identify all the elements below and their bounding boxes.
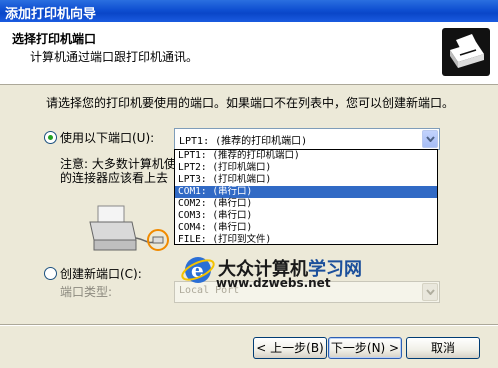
window-title: 添加打印机向导	[5, 7, 97, 22]
port-option[interactable]: LPT1: (推荐的打印机端口)	[175, 150, 437, 162]
watermark-logo-icon: e	[180, 252, 216, 291]
cancel-button[interactable]: 取消	[406, 337, 480, 359]
port-option[interactable]: LPT3: (打印机端口)	[175, 174, 437, 186]
intro-text: 请选择您的打印机要使用的端口。如果端口不在列表中，您可以创建新端口。	[46, 96, 455, 110]
port-option[interactable]: COM2: (串行口)	[175, 198, 437, 210]
port-option[interactable]: LPT2: (打印机端口)	[175, 162, 437, 174]
note-line: 注意: 大多数计算机使	[60, 157, 176, 171]
use-port-radio[interactable]	[44, 131, 57, 144]
port-option[interactable]: COM4: (串行口)	[175, 222, 437, 234]
port-option[interactable]: COM3: (串行口)	[175, 210, 437, 222]
use-port-label[interactable]: 使用以下端口(U):	[60, 129, 154, 146]
port-dropdown-list[interactable]: LPT1: (推荐的打印机端口) LPT2: (打印机端口) LPT3: (打印…	[174, 149, 438, 245]
next-button[interactable]: 下一步(N) >	[328, 337, 402, 359]
printer-icon	[442, 28, 490, 76]
back-button[interactable]: < 上一步(B)	[253, 337, 327, 359]
port-type-label: 端口类型:	[60, 285, 113, 299]
watermark-url: www.dzwebs.net	[216, 276, 331, 290]
page-subtitle: 计算机通过端口跟打印机通讯。	[30, 50, 199, 64]
footer-divider	[0, 324, 498, 326]
port-option[interactable]: FILE: (打印到文件)	[175, 234, 437, 246]
new-port-radio[interactable]	[44, 267, 57, 280]
chevron-down-icon	[422, 283, 438, 301]
note-line: 的连接器应该看上去	[60, 171, 169, 185]
port-combobox[interactable]: LPT1: (推荐的打印机端口)	[174, 128, 440, 150]
port-option-highlighted[interactable]: COM1: (串行口)	[175, 186, 437, 198]
chevron-down-icon[interactable]	[422, 130, 438, 148]
port-combobox-value: LPT1: (推荐的打印机端口)	[179, 136, 308, 147]
note-text: 注意: 大多数计算机使 的连接器应该看上去	[60, 157, 176, 185]
window-titlebar[interactable]: 添加打印机向导	[0, 0, 498, 22]
new-port-label[interactable]: 创建新端口(C):	[60, 265, 142, 282]
page-title: 选择打印机端口	[12, 32, 97, 46]
wizard-header: 选择打印机端口 计算机通过端口跟打印机通讯。	[0, 22, 498, 85]
printer-illustration	[88, 200, 178, 263]
